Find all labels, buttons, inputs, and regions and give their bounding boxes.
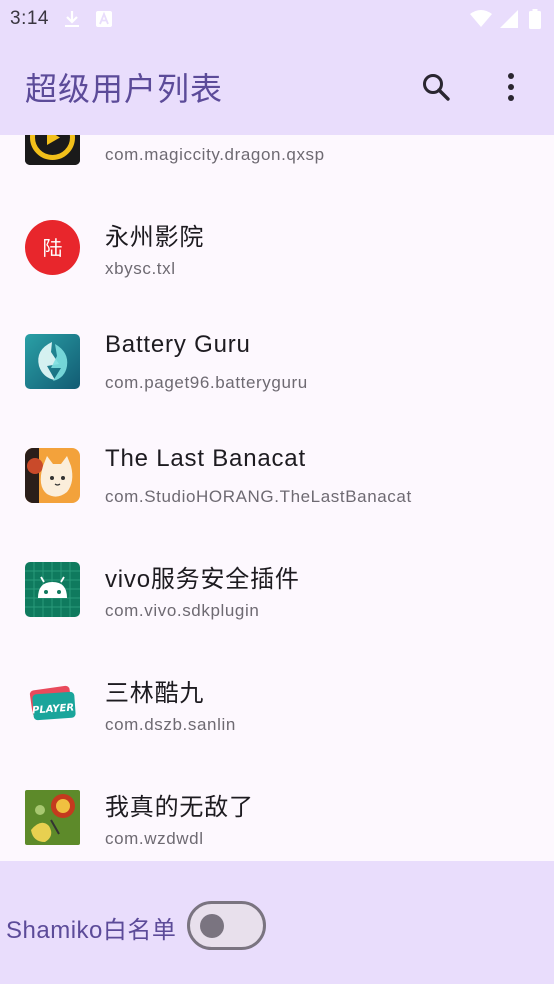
- app-name: vivo服务安全插件: [105, 566, 300, 593]
- status-time: 3:14: [10, 8, 49, 29]
- switch-thumb[interactable]: [200, 914, 224, 938]
- list-item[interactable]: com.magiccity.dragon.qxsp: [0, 135, 554, 165]
- app-name: Battery Guru: [105, 331, 251, 358]
- download-icon: [63, 10, 81, 28]
- shamiko-whitelist-label: Shamiko白名单: [6, 917, 177, 944]
- list-item[interactable]: The Last Banacat com.StudioHORANG.TheLas…: [0, 419, 554, 533]
- shamiko-whitelist-switch[interactable]: [187, 901, 266, 950]
- superuser-app-list[interactable]: com.magiccity.dragon.qxsp 陆 永州影院 xbysc.t…: [0, 135, 554, 861]
- app-name: 三林酷九: [105, 680, 205, 707]
- list-item[interactable]: vivo服务安全插件 com.vivo.sdkplugin: [0, 533, 554, 647]
- status-bar: 3:14: [0, 0, 554, 38]
- app-name: The Last Banacat: [105, 445, 306, 472]
- svg-text:陆: 陆: [43, 236, 63, 260]
- battery-guru-icon: [25, 334, 80, 389]
- more-options-button[interactable]: [483, 59, 539, 115]
- app-package: com.dszb.sanlin: [105, 715, 236, 734]
- page-title: 超级用户列表: [25, 70, 224, 107]
- app-package: com.vivo.sdkplugin: [105, 601, 260, 620]
- banacat-icon: [25, 448, 80, 503]
- app-package: com.wzdwdl: [105, 829, 204, 848]
- more-vert-icon: [508, 72, 514, 101]
- search-icon: [423, 73, 450, 101]
- app-name: 永州影院: [105, 224, 205, 251]
- app-package: com.StudioHORANG.TheLastBanacat: [105, 487, 412, 506]
- game-icon: [25, 790, 80, 845]
- search-button[interactable]: [408, 59, 464, 115]
- yongzhou-cinema-icon: 陆: [25, 220, 80, 275]
- player-icon: PLAYER: [25, 676, 80, 731]
- battery-icon: [526, 9, 544, 29]
- wifi-icon: [470, 10, 492, 28]
- signal-icon: [500, 10, 518, 28]
- app-package: com.paget96.batteryguru: [105, 373, 308, 392]
- list-item[interactable]: Battery Guru com.paget96.batteryguru: [0, 305, 554, 419]
- app-bar: 超级用户列表: [0, 38, 554, 135]
- app-package: com.magiccity.dragon.qxsp: [105, 145, 325, 164]
- list-item[interactable]: 我真的无敌了 com.wzdwdl: [0, 761, 554, 861]
- list-item[interactable]: PLAYER 三林酷九 com.dszb.sanlin: [0, 647, 554, 761]
- a-badge-icon: [95, 10, 113, 28]
- android-icon: [25, 562, 80, 617]
- app-package: xbysc.txl: [105, 259, 176, 278]
- dragon-app-icon: [25, 135, 80, 165]
- list-item[interactable]: 陆 永州影院 xbysc.txl: [0, 191, 554, 305]
- app-name: 我真的无敌了: [105, 794, 254, 821]
